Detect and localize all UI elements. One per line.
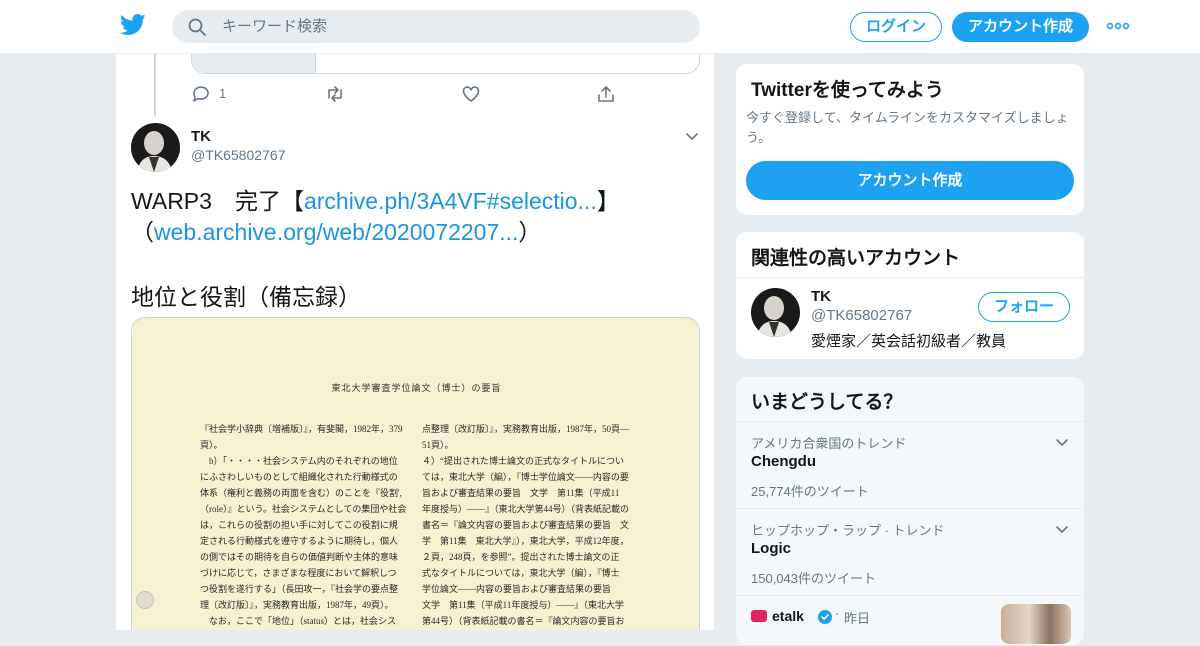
document-right-column: 点整理〔改訂版〕』，実務教育出版，1987年，50頁― 51頁）。 ４）“提出された… <box>422 421 630 629</box>
separator-dot: · <box>835 606 840 621</box>
document-line: にふさわしいものとして組織化された行動様式の <box>200 472 398 482</box>
related-account-bio: 愛煙家／英会話初級者／教員 <box>811 333 1007 350</box>
trends-title: いまどうしてる？ <box>751 392 903 413</box>
reply-count: 1 <box>219 86 227 101</box>
story-source: etalk <box>772 608 804 624</box>
tweet-text-part: ） <box>518 219 542 245</box>
avatar-photo <box>131 123 180 172</box>
trend-tweet-count: 25,774件のツイート <box>751 484 869 499</box>
follow-button[interactable]: フォロー <box>978 292 1070 322</box>
document-line: 点整理〔改訂版〕』，実務教育出版，1987年，50頁― <box>422 424 630 434</box>
retweet-icon <box>328 86 342 102</box>
signup-card: Twitterを使ってみよう 今すぐ登録して、タイムラインをカスタマイズしましょ… <box>735 63 1085 216</box>
tweet-author-handle[interactable]: @TK65802767 <box>191 147 285 163</box>
document-line: ては，東北大学（編），『博士学位論文――内容の要 <box>422 472 629 482</box>
web-archive-link[interactable]: web.archive.org/web/2020072207... <box>154 219 518 245</box>
chevron-down-icon[interactable] <box>684 128 700 144</box>
document-line: 書名＝『論文内容の要旨および審査結果の要旨 文 <box>422 520 630 530</box>
chevron-down-icon[interactable] <box>1054 521 1070 537</box>
story-time: 昨日 <box>844 611 871 626</box>
document-line: は，これらの役割の担い手に対してこの役割に規 <box>200 520 398 530</box>
etalk-logo-icon <box>751 610 767 622</box>
document-line: 頁）。 <box>200 440 223 450</box>
story-thumbnail[interactable] <box>1001 604 1071 644</box>
tweet-text-line2: 地位と役割（備忘録） <box>131 284 361 310</box>
document-line: 学位論文――内容の要旨および審査結果の要旨 <box>422 584 612 594</box>
top-navigation-bar: ログイン アカウント作成 <box>0 0 1200 54</box>
document-line: 体系（権利と義務の両面を含む）のことを『役割', <box>200 488 402 498</box>
related-account-name[interactable]: TK <box>811 288 831 305</box>
document-line: 『社会学小辞典〔増補版〕』，有斐閣，1982年，379 <box>200 424 403 434</box>
retweet-button[interactable] <box>325 84 345 104</box>
document-line: 旨および審査結果の要旨 文学 第11集（平成11 <box>422 488 620 498</box>
previous-tweet-media-card[interactable] <box>191 54 700 74</box>
trend-tweet-count: 150,043件のツイート <box>751 571 876 586</box>
document-line: 学 第11集 東北大学』），東北大学，平成12年度， <box>422 536 629 546</box>
trend-item[interactable]: アメリカ合衆国のトレンド Chengdu 25,774件のツイート <box>736 421 1084 508</box>
more-options-icon[interactable] <box>1106 20 1130 32</box>
news-story-item[interactable]: etalk · 昨日 <box>736 595 1084 645</box>
signup-card-description: 今すぐ登録して、タイムラインをカスタマイズしましょう。 <box>746 110 1069 145</box>
document-line: 定される行動様式を遵守するように期待し，個人 <box>200 536 399 546</box>
signup-card-title: Twitterを使ってみよう <box>751 80 944 101</box>
tweet-actions: 1 <box>191 84 621 104</box>
trend-name: Chengdu <box>751 453 816 470</box>
chevron-down-icon[interactable] <box>1054 434 1070 450</box>
document-line: 年度授与）――』（東北大学第44号）（背表紙記載の <box>422 504 630 514</box>
scanned-document: 東北大学審査学位論文（博士）の要旨 『社会学小辞典〔増補版〕』，有斐閣，1982… <box>132 326 699 630</box>
search-icon <box>188 18 206 36</box>
media-thumbnail <box>192 54 316 73</box>
punch-hole <box>136 591 154 609</box>
trend-item[interactable]: ヒップホップ・ラップ · トレンド Logic 150,043件のツイート <box>736 508 1084 595</box>
share-icon <box>598 86 614 102</box>
trends-card: いまどうしてる？ アメリカ合衆国のトレンド Chengdu 25,774件のツイ… <box>735 376 1085 646</box>
twitter-bird-icon[interactable] <box>120 14 146 36</box>
trend-name: Logic <box>751 540 791 557</box>
document-left-column: 『社会学小辞典〔増補版〕』，有斐閣，1982年，379 頁）。 b）「・・・・社会… <box>200 421 408 629</box>
search-bar <box>172 10 700 43</box>
document-line: 文学 第11集（平成11年度授与）――』（東北大学 <box>422 600 624 610</box>
trend-context: ヒップホップ・ラップ · トレンド <box>751 523 945 538</box>
login-button[interactable]: ログイン <box>850 12 942 42</box>
avatar-photo <box>751 288 800 337</box>
document-line: つ役割を遂行する」（長田攻一，『社会学の要点整 <box>200 584 399 594</box>
document-line: なお，ここで「地位」（status）とは，社会シス <box>200 616 397 626</box>
related-accounts-title: 関連性の高いアカウント <box>751 248 961 269</box>
reply-button[interactable]: 1 <box>191 84 226 104</box>
document-line: 式なタイトルについては，東北大学（編），『博士 <box>422 568 620 578</box>
document-line: 51頁）。 <box>422 440 454 450</box>
related-account-avatar[interactable] <box>751 288 800 337</box>
reply-icon <box>193 86 209 102</box>
document-line: ４）“提出された博士論文の正式なタイトルについ <box>422 456 624 466</box>
document-heading: 東北大学審査学位論文（博士）の要旨 <box>331 383 502 393</box>
thread-connector <box>154 54 156 116</box>
document-line: ２頁，248頁，を参照”。提出された博士論文の正 <box>422 552 620 562</box>
document-line: （role）』という。社会システムとしての集団や社会 <box>200 504 407 514</box>
document-line: の側ではその期待を自らの価値判断や主体的意味 <box>200 552 399 562</box>
share-button[interactable] <box>596 84 616 104</box>
document-line: b）「・・・・社会システム内のそれぞれの地位 <box>200 456 398 466</box>
tweet-author-name[interactable]: TK <box>191 128 211 145</box>
trend-context: アメリカ合衆国のトレンド <box>751 436 907 451</box>
tweet-image[interactable]: 東北大学審査学位論文（博士）の要旨 『社会学小辞典〔増補版〕』，有斐閣，1982… <box>131 317 700 630</box>
archive-ph-link[interactable]: archive.ph/3A4VF#selectio... <box>304 188 597 214</box>
heart-icon <box>462 86 480 102</box>
document-line: づけに応じて，さまざまな程度において解釈しつ <box>200 568 397 578</box>
document-line: 第44号）（背表紙記載の書名＝『論文内容の要旨お <box>422 616 625 626</box>
like-button[interactable] <box>461 84 481 104</box>
divider <box>736 277 1084 278</box>
related-account-handle[interactable]: @TK65802767 <box>811 307 912 324</box>
search-input[interactable] <box>222 10 682 43</box>
verified-badge-icon <box>818 610 832 624</box>
document-line: 理〔改訂版〕』，実務教育出版，1987年，49頁）。 <box>200 600 394 610</box>
tweet-text-part: WARP3 完了【 <box>131 188 304 214</box>
tweet-author-avatar[interactable] <box>131 123 180 172</box>
related-accounts-card: 関連性の高いアカウント TK @TK65802767 愛煙家／英会話初級者／教員… <box>735 231 1085 360</box>
tweet-text: WARP3 完了【archive.ph/3A4VF#selectio...】（w… <box>131 186 701 248</box>
signup-card-button[interactable]: アカウント作成 <box>746 161 1074 200</box>
timeline: 1 TK @TK65802767 WARP3 完了【archive.ph/3A4… <box>115 54 715 630</box>
signup-button[interactable]: アカウント作成 <box>952 12 1089 42</box>
